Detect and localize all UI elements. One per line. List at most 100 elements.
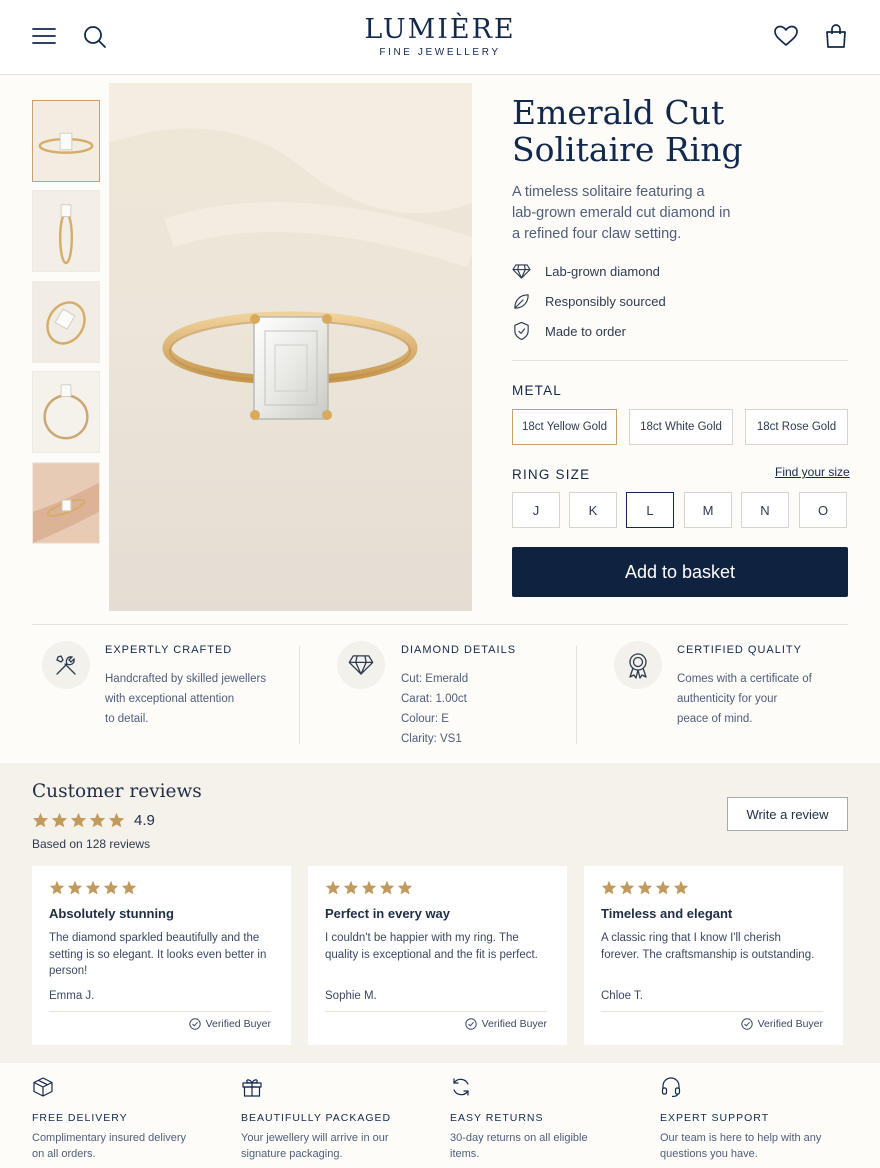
product-title: Emerald Cut Solitaire Ring bbox=[512, 94, 852, 168]
divider bbox=[49, 1011, 271, 1012]
metal-option-white-gold[interactable]: 18ct White Gold bbox=[629, 409, 733, 445]
star-icon bbox=[379, 880, 395, 895]
headset-icon bbox=[660, 1076, 860, 1098]
brand-logo[interactable]: LUMIÈRE FINE JEWELLERY bbox=[0, 14, 880, 58]
returns-icon bbox=[450, 1076, 650, 1098]
info-diamond-details: DIAMOND DETAILS Cut: Emerald Carat: 1.00… bbox=[401, 644, 571, 749]
basket-icon[interactable] bbox=[824, 23, 848, 49]
review-card: Absolutely stunning The diamond sparkled… bbox=[32, 866, 291, 1045]
star-icon bbox=[49, 880, 65, 895]
find-your-size-link[interactable]: Find your size bbox=[775, 465, 850, 479]
info-heading: CERTIFIED QUALITY bbox=[677, 644, 802, 656]
footer-heading: EASY RETURNS bbox=[450, 1112, 544, 1124]
size-option-k[interactable]: K bbox=[569, 492, 617, 528]
footer-heading: BEAUTIFULLY PACKAGED bbox=[241, 1112, 392, 1124]
review-stars bbox=[601, 880, 689, 895]
divider bbox=[325, 1011, 547, 1012]
footer-text: Complimentary insured delivery on all or… bbox=[32, 1131, 232, 1162]
size-option-o[interactable]: O bbox=[799, 492, 847, 528]
product-hero-image[interactable] bbox=[109, 83, 472, 611]
size-option-m[interactable]: M bbox=[684, 492, 732, 528]
info-line: Handcrafted by skilled jewellers bbox=[105, 673, 267, 685]
info-line: to detail. bbox=[105, 713, 149, 725]
footer-text: Your jewellery will arrive in our signat… bbox=[241, 1131, 441, 1162]
review-body: A classic ring that I know I'll cherish … bbox=[601, 932, 815, 961]
review-author: Sophie M. bbox=[325, 990, 377, 1002]
info-line: peace of mind. bbox=[677, 713, 753, 725]
info-certified: CERTIFIED QUALITY Comes with a certifica… bbox=[677, 644, 847, 729]
review-body: The diamond sparkled beautifully and the… bbox=[49, 932, 267, 977]
info-line: authenticity for your bbox=[677, 693, 778, 705]
star-icon bbox=[325, 880, 341, 895]
ring-size-label: RING SIZE bbox=[512, 467, 591, 482]
thumbnail-2[interactable] bbox=[32, 190, 100, 272]
gift-icon bbox=[241, 1076, 441, 1098]
thumbnail-4[interactable] bbox=[32, 371, 100, 453]
star-icon bbox=[121, 880, 137, 895]
feature-made-to-order: Made to order bbox=[512, 321, 626, 341]
footer-line: Our team is here to help with any bbox=[660, 1132, 822, 1144]
thumbnail-3[interactable] bbox=[32, 281, 100, 363]
divider bbox=[512, 360, 848, 361]
box-icon bbox=[32, 1076, 232, 1098]
award-ribbon-icon bbox=[614, 641, 662, 689]
footer-line: Your jewellery will arrive in our bbox=[241, 1132, 389, 1144]
info-crafted: EXPERTLY CRAFTED Handcrafted by skilled … bbox=[105, 644, 295, 729]
star-icon bbox=[601, 880, 617, 895]
size-option-l[interactable]: L bbox=[626, 492, 674, 528]
footer-line: signature packaging. bbox=[241, 1147, 343, 1160]
leaf-icon bbox=[512, 292, 545, 311]
thumbnail-1[interactable] bbox=[32, 100, 100, 182]
diamond-icon bbox=[337, 641, 385, 689]
size-option-j[interactable]: J bbox=[512, 492, 560, 528]
star-icon bbox=[397, 880, 413, 895]
verified-label: Verified Buyer bbox=[757, 1018, 823, 1030]
footer-line: 30-day returns on all eligible bbox=[450, 1132, 588, 1144]
review-stars bbox=[49, 880, 137, 895]
feature-responsibly-sourced: Responsibly sourced bbox=[512, 291, 666, 311]
metal-option-yellow-gold[interactable]: 18ct Yellow Gold bbox=[512, 409, 617, 445]
verified-badge: Verified Buyer bbox=[188, 1018, 271, 1030]
info-heading: EXPERTLY CRAFTED bbox=[105, 644, 233, 656]
review-author: Emma J. bbox=[49, 990, 95, 1002]
star-icon bbox=[655, 880, 671, 895]
verified-label: Verified Buyer bbox=[205, 1018, 271, 1030]
feature-label: Lab-grown diamond bbox=[545, 263, 660, 279]
thumbnail-5[interactable] bbox=[32, 462, 100, 544]
shield-check-icon bbox=[512, 321, 545, 341]
star-icon bbox=[619, 880, 635, 895]
star-icon bbox=[103, 880, 119, 895]
size-option-n[interactable]: N bbox=[741, 492, 789, 528]
review-title: Timeless and elegant bbox=[601, 906, 733, 921]
footer-text: Our team is here to help with any questi… bbox=[660, 1131, 860, 1162]
review-stars bbox=[325, 880, 413, 895]
star-icon bbox=[51, 812, 68, 828]
write-review-button[interactable]: Write a review bbox=[727, 797, 848, 831]
info-line: Carat: 1.00ct bbox=[401, 693, 467, 705]
divider bbox=[601, 1011, 823, 1012]
info-line: Comes with a certificate of bbox=[677, 673, 812, 685]
review-card: Perfect in every way I couldn't be happi… bbox=[308, 866, 567, 1045]
reviews-title: Customer reviews bbox=[32, 781, 202, 802]
footer-packaged: BEAUTIFULLY PACKAGED Your jewellery will… bbox=[241, 1076, 441, 1162]
divider bbox=[299, 646, 300, 744]
info-line: Colour: E bbox=[401, 713, 449, 725]
heart-icon[interactable] bbox=[773, 24, 799, 48]
check-circle-icon bbox=[740, 1018, 753, 1030]
metal-label: METAL bbox=[512, 383, 563, 398]
diamond-icon bbox=[512, 263, 545, 280]
star-icon bbox=[108, 812, 125, 828]
star-icon bbox=[89, 812, 106, 828]
review-author: Chloe T. bbox=[601, 990, 643, 1002]
footer-returns: EASY RETURNS 30-day returns on all eligi… bbox=[450, 1076, 650, 1162]
star-icon bbox=[85, 880, 101, 895]
footer-text: 30-day returns on all eligible items. bbox=[450, 1131, 650, 1162]
metal-option-rose-gold[interactable]: 18ct Rose Gold bbox=[745, 409, 848, 445]
feature-label: Responsibly sourced bbox=[545, 293, 666, 309]
review-title: Absolutely stunning bbox=[49, 906, 174, 921]
info-line: Cut: Emerald bbox=[401, 673, 469, 685]
rating-value: 4.9 bbox=[134, 812, 155, 829]
footer-heading: EXPERT SUPPORT bbox=[660, 1112, 770, 1124]
add-to-basket-button[interactable]: Add to basket bbox=[512, 547, 848, 597]
verified-label: Verified Buyer bbox=[481, 1018, 547, 1030]
